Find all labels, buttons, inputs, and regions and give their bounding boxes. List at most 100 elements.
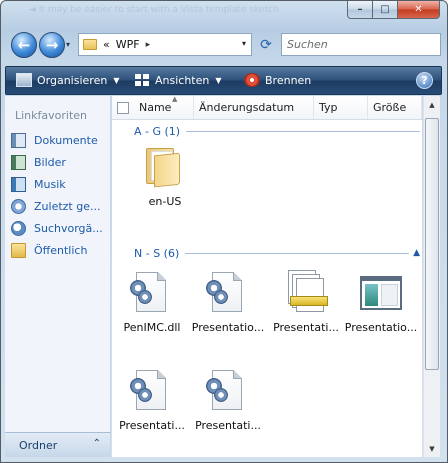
search-placeholder: Suchen bbox=[287, 38, 328, 51]
help-button[interactable]: ? bbox=[416, 72, 433, 89]
column-header-row: ▲ Name Änderungsdatum Typ Größe bbox=[112, 95, 422, 120]
breadcrumb-wpf[interactable]: WPF bbox=[116, 38, 140, 51]
nav-item-recent[interactable]: Zuletzt ge... bbox=[11, 196, 109, 216]
organize-label: Organisieren bbox=[37, 73, 108, 87]
burn-button[interactable]: Brennen bbox=[244, 73, 311, 87]
scroll-thumb[interactable] bbox=[425, 118, 439, 370]
organize-menu-button[interactable]: Organisieren ▼ bbox=[16, 73, 119, 87]
select-all-checkbox[interactable] bbox=[112, 96, 134, 119]
file-item-label: Presentati... bbox=[195, 419, 261, 432]
refresh-button[interactable]: ⟳ bbox=[255, 35, 277, 55]
file-item-presentation-2[interactable]: Presentati... bbox=[269, 270, 343, 334]
chevron-down-icon: ▼ bbox=[215, 75, 222, 85]
group-header-n-s[interactable]: N - S (6) ▲ bbox=[134, 246, 420, 260]
nav-item-label: Dokumente bbox=[34, 133, 98, 147]
views-menu-button[interactable]: Ansichten ▼ bbox=[134, 73, 222, 87]
column-header-type[interactable]: Typ bbox=[314, 96, 368, 119]
checkbox-icon bbox=[117, 101, 129, 114]
file-item-label: PenIMC.dll bbox=[123, 321, 181, 334]
searches-icon bbox=[11, 220, 26, 236]
window-title-faint: ◄ It may be easier to start with a Vista… bbox=[29, 5, 279, 15]
file-item-presentation-1[interactable]: Presentatio... bbox=[191, 270, 265, 334]
column-header-label: Name bbox=[139, 101, 172, 114]
favorite-links-heading: Linkfavoriten bbox=[15, 109, 88, 122]
group-title: N - S (6) bbox=[134, 246, 180, 260]
nav-item-public[interactable]: Öffentlich bbox=[11, 240, 109, 260]
chevron-down-icon: ▼ bbox=[113, 75, 120, 85]
organize-icon bbox=[16, 73, 32, 87]
file-list: ▲ Name Änderungsdatum Typ Größe A - G (1… bbox=[112, 95, 422, 457]
column-header-date[interactable]: Änderungsdatum bbox=[194, 96, 314, 119]
minimize-button[interactable]: – bbox=[347, 1, 373, 19]
application-window-icon bbox=[357, 270, 405, 318]
column-header-name[interactable]: ▲ Name bbox=[134, 95, 194, 119]
address-dropdown-icon[interactable]: ▾ bbox=[242, 39, 246, 48]
forward-arrow-icon: → bbox=[45, 35, 59, 54]
group-title: A - G (1) bbox=[134, 124, 181, 138]
nav-item-searches[interactable]: Suchvorgä... bbox=[11, 218, 109, 238]
nav-item-music[interactable]: Musik bbox=[11, 174, 109, 194]
caption-buttons: – □ ✕ bbox=[347, 1, 440, 19]
dll-file-icon bbox=[204, 368, 252, 416]
recent-pages-dropdown[interactable]: ▾ bbox=[66, 40, 70, 49]
scroll-up-icon[interactable]: ▲ bbox=[424, 96, 440, 113]
file-item-label: en-US bbox=[148, 195, 182, 208]
column-header-size[interactable]: Größe bbox=[368, 96, 422, 119]
dll-file-icon bbox=[204, 270, 252, 318]
recent-icon bbox=[11, 198, 26, 214]
nav-item-label: Zuletzt ge... bbox=[34, 199, 101, 213]
nav-item-label: Suchvorgä... bbox=[34, 221, 103, 235]
forward-button[interactable]: → bbox=[39, 32, 65, 58]
file-item-presentation-4[interactable]: Presentati... bbox=[115, 368, 189, 432]
nav-item-label: Musik bbox=[34, 177, 66, 191]
file-item-en-us[interactable]: en-US bbox=[128, 144, 202, 208]
pictures-icon bbox=[11, 154, 26, 170]
group-divider bbox=[186, 130, 420, 132]
folder-icon bbox=[83, 39, 97, 50]
documents-icon bbox=[11, 132, 26, 148]
nav-item-label: Bilder bbox=[34, 155, 66, 169]
file-item-label: Presentati... bbox=[273, 321, 339, 334]
file-item-label: Presentatio... bbox=[344, 321, 418, 334]
nav-item-documents[interactable]: Dokumente bbox=[11, 130, 109, 150]
column-header-label: Größe bbox=[373, 101, 407, 114]
music-icon bbox=[11, 176, 26, 192]
command-bar: Organisieren ▼ Ansichten ▼ Brennen ? bbox=[5, 66, 442, 95]
nav-item-pictures[interactable]: Bilder bbox=[11, 152, 109, 172]
scroll-down-icon[interactable]: ▼ bbox=[424, 440, 440, 457]
file-item-label: Presentatio... bbox=[191, 321, 265, 334]
dll-file-icon bbox=[128, 270, 176, 318]
sort-caret-icon: ▲ bbox=[172, 95, 178, 103]
public-folder-icon bbox=[11, 242, 26, 258]
maximize-button[interactable]: □ bbox=[373, 1, 398, 19]
group-divider bbox=[185, 252, 410, 254]
address-bar[interactable]: « WPF ▸ ▾ bbox=[78, 33, 252, 56]
views-label: Ansichten bbox=[155, 73, 210, 87]
folders-toggle[interactable]: Ordner ⌃ bbox=[5, 432, 111, 457]
breadcrumb-separator-icon[interactable]: ▸ bbox=[146, 40, 151, 50]
breadcrumb-overflow[interactable]: « bbox=[103, 38, 110, 51]
burn-label: Brennen bbox=[265, 73, 312, 87]
column-header-label: Änderungsdatum bbox=[199, 101, 295, 114]
collapse-group-icon[interactable]: ▲ bbox=[413, 248, 420, 258]
chevron-up-icon: ⌃ bbox=[92, 438, 101, 449]
views-icon bbox=[134, 73, 150, 87]
back-arrow-icon: ← bbox=[17, 35, 31, 54]
folders-label: Ordner bbox=[19, 438, 58, 452]
refresh-icon: ⟳ bbox=[260, 37, 272, 53]
file-item-presentation-5[interactable]: Presentati... bbox=[191, 368, 265, 432]
burn-disc-icon bbox=[244, 73, 260, 87]
vertical-scrollbar[interactable]: ▲ ▼ bbox=[423, 96, 440, 457]
file-item-label: Presentati... bbox=[119, 419, 185, 432]
file-item-penimc-dll[interactable]: PenIMC.dll bbox=[115, 270, 189, 334]
stacked-documents-icon bbox=[282, 270, 330, 318]
search-input[interactable]: Suchen bbox=[281, 33, 441, 56]
nav-item-label: Öffentlich bbox=[34, 243, 88, 257]
group-header-a-g[interactable]: A - G (1) bbox=[134, 124, 420, 138]
back-button[interactable]: ← bbox=[11, 32, 37, 58]
navigation-pane: Linkfavoriten Dokumente Bilder Musik Zul… bbox=[5, 96, 111, 432]
file-item-presentation-3[interactable]: Presentatio... bbox=[344, 270, 418, 334]
close-button[interactable]: ✕ bbox=[398, 1, 440, 19]
column-header-label: Typ bbox=[319, 101, 338, 114]
folder-icon bbox=[141, 144, 189, 192]
